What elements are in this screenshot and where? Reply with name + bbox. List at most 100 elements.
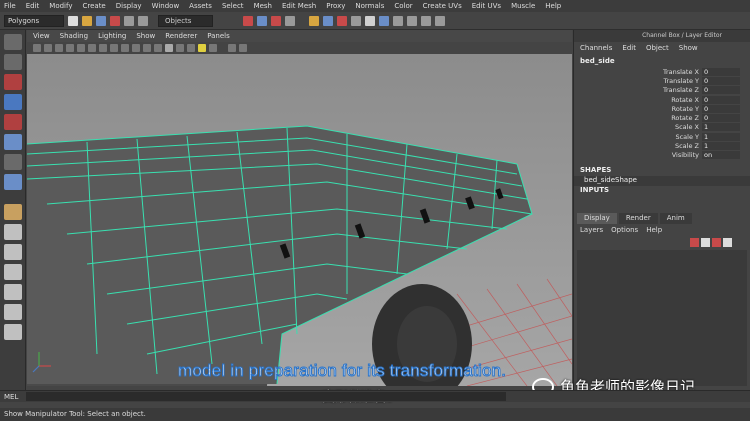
layout-graph-icon[interactable] (4, 284, 22, 300)
channel-box-icon[interactable] (435, 15, 445, 26)
film-gate-icon[interactable] (88, 44, 96, 52)
layout-two-icon[interactable] (4, 244, 22, 260)
viewport-menu-lighting[interactable]: Lighting (98, 32, 126, 40)
snap-plane-icon[interactable] (285, 15, 295, 26)
new-scene-icon[interactable] (68, 15, 78, 26)
safe-action-icon[interactable] (132, 44, 140, 52)
scale-tool-icon[interactable] (4, 134, 22, 150)
attr-row[interactable]: Scale Z1 (574, 141, 750, 151)
attr-value[interactable]: 1 (702, 142, 740, 151)
menu-create-uvs[interactable]: Create UVs (423, 2, 462, 10)
snap-point-icon[interactable] (271, 15, 281, 26)
menu-window[interactable]: Window (152, 2, 180, 10)
select-hierarchy-icon[interactable] (110, 15, 120, 26)
render-icon[interactable] (323, 15, 333, 26)
snap-grid-icon[interactable] (243, 15, 253, 26)
attr-row[interactable]: Translate Z0 (574, 86, 750, 95)
menu-file[interactable]: File (4, 2, 16, 10)
ipr-render-icon[interactable] (337, 15, 347, 26)
grid-toggle-icon[interactable] (77, 44, 85, 52)
attr-value[interactable]: 0 (702, 95, 740, 104)
camera-attributes-icon[interactable] (44, 44, 52, 52)
layout-script-icon[interactable] (4, 324, 22, 340)
menu-create[interactable]: Create (82, 2, 105, 10)
new-layer-icon[interactable] (690, 238, 699, 247)
menu-normals[interactable]: Normals (355, 2, 384, 10)
attr-row[interactable]: Visibility on (574, 151, 750, 160)
history-icon[interactable] (309, 15, 319, 26)
lasso-tool-icon[interactable] (4, 54, 22, 70)
save-scene-icon[interactable] (96, 15, 106, 26)
resolution-gate-icon[interactable] (99, 44, 107, 52)
snap-curve-icon[interactable] (257, 15, 267, 26)
layer-menu-layers[interactable]: Layers (580, 226, 603, 234)
3d-viewport[interactable] (27, 54, 572, 386)
open-scene-icon[interactable] (82, 15, 92, 26)
tab-display[interactable]: Display (577, 213, 617, 224)
isolate-select-icon[interactable] (228, 44, 236, 52)
menu-help[interactable]: Help (545, 2, 561, 10)
selected-object-name[interactable]: bed_side (574, 57, 750, 67)
textured-icon[interactable] (187, 44, 195, 52)
attribute-editor-icon[interactable] (407, 15, 417, 26)
field-chart-icon[interactable] (121, 44, 129, 52)
attr-value[interactable]: 0 (702, 114, 740, 123)
menu-select[interactable]: Select (222, 2, 244, 10)
last-tool-icon[interactable] (4, 174, 22, 190)
viewport-menu-shading[interactable]: Shading (60, 32, 88, 40)
attr-value[interactable]: 0 (702, 67, 740, 76)
attr-value[interactable]: 0 (702, 76, 740, 85)
image-plane-icon[interactable] (66, 44, 74, 52)
layer-options-icon[interactable] (723, 238, 732, 247)
menu-display[interactable]: Display (116, 2, 142, 10)
tab-render[interactable]: Render (618, 213, 658, 224)
attr-value[interactable]: 0 (702, 86, 740, 95)
new-layer-from-selection-icon[interactable] (701, 238, 710, 247)
objects-field[interactable]: Objects (158, 14, 213, 27)
rotate-tool-icon[interactable] (4, 114, 22, 130)
menu-proxy[interactable]: Proxy (326, 2, 345, 10)
layout-hypershade-icon[interactable] (4, 304, 22, 320)
layer-list[interactable] (577, 250, 747, 386)
viewport-menu-panels[interactable]: Panels (207, 32, 230, 40)
tool-settings-icon[interactable] (421, 15, 431, 26)
delete-layer-icon[interactable] (712, 238, 721, 247)
attr-value[interactable]: on (702, 151, 740, 160)
bookmark-icon[interactable] (55, 44, 63, 52)
camera-select-icon[interactable] (33, 44, 41, 52)
layer-menu-options[interactable]: Options (611, 226, 638, 234)
attr-value[interactable]: 1 (702, 123, 740, 132)
cb-menu-edit[interactable]: Edit (622, 44, 636, 52)
sidebar-toggle-icon[interactable] (393, 15, 403, 26)
manipulator-tool-icon[interactable] (4, 154, 22, 170)
hypershade-icon[interactable] (365, 15, 375, 26)
menu-modify[interactable]: Modify (49, 2, 72, 10)
menu-edit-mesh[interactable]: Edit Mesh (282, 2, 316, 10)
viewport-menu-view[interactable]: View (33, 32, 50, 40)
mel-input[interactable] (26, 392, 507, 401)
attr-row[interactable]: Rotate Y0 (574, 104, 750, 113)
select-tool-icon[interactable] (4, 34, 22, 50)
select-object-icon[interactable] (124, 15, 134, 26)
layout-outliner-icon[interactable] (4, 264, 22, 280)
smooth-shade-icon[interactable] (165, 44, 173, 52)
attr-value[interactable]: 1 (702, 132, 740, 141)
shadows-icon[interactable] (209, 44, 217, 52)
menu-muscle[interactable]: Muscle (511, 2, 535, 10)
menu-set-dropdown[interactable]: Polygons (4, 14, 64, 27)
attr-row[interactable]: Scale X1 (574, 123, 750, 132)
move-tool-icon[interactable] (4, 94, 22, 110)
menu-edit[interactable]: Edit (26, 2, 40, 10)
mel-label[interactable]: MEL (4, 393, 18, 401)
menu-color[interactable]: Color (394, 2, 412, 10)
menu-assets[interactable]: Assets (189, 2, 212, 10)
render-settings-icon[interactable] (351, 15, 361, 26)
xray-icon[interactable] (239, 44, 247, 52)
attr-row[interactable]: Rotate Z0 (574, 113, 750, 123)
shape-node-item[interactable]: bed_sideShape (574, 175, 750, 186)
inputs-header[interactable]: INPUTS (574, 186, 750, 196)
cb-menu-object[interactable]: Object (646, 44, 669, 52)
layout-single-icon[interactable] (4, 204, 22, 220)
tab-anim[interactable]: Anim (659, 213, 692, 224)
paint-select-tool-icon[interactable] (4, 74, 22, 90)
